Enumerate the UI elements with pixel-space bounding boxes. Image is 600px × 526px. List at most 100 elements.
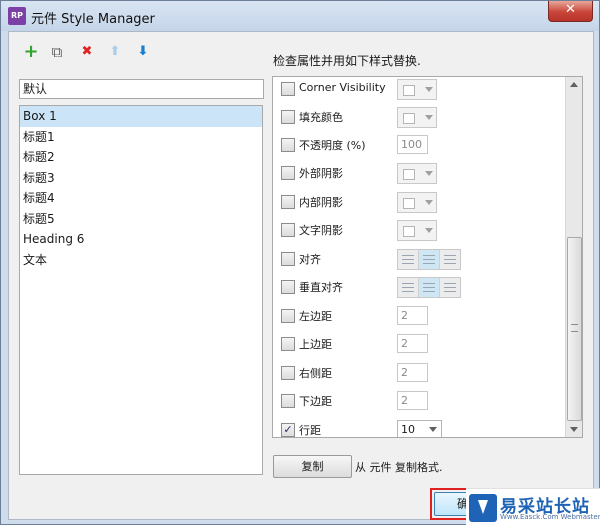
style-list-item[interactable]: 标题2	[20, 147, 262, 168]
property-row: 内部阴影	[281, 192, 571, 213]
chevron-down-icon	[425, 228, 433, 233]
close-window-button[interactable]: ✕	[548, 1, 593, 22]
axure-rp-app-icon: RP	[8, 7, 26, 25]
chevron-down-icon	[429, 427, 437, 432]
property-number-field[interactable]: 2	[397, 334, 428, 353]
swatch-icon	[403, 226, 415, 237]
property-label: 文字阴影	[299, 224, 343, 237]
style-list-item[interactable]: 标题3	[20, 168, 262, 189]
window-title: 元件 Style Manager	[31, 12, 155, 27]
style-list-item[interactable]: 标题5	[20, 209, 262, 230]
property-checkbox[interactable]	[281, 309, 295, 323]
alignment-button-group	[397, 249, 461, 270]
property-checkbox[interactable]	[281, 252, 295, 266]
title-bar[interactable]: RP 元件 Style Manager ✕	[1, 1, 599, 31]
property-label: 下边距	[299, 395, 332, 408]
property-checkbox[interactable]	[281, 366, 295, 380]
chevron-down-icon	[425, 87, 433, 92]
style-name-input[interactable]: 默认	[19, 79, 264, 99]
style-list-item[interactable]: 文本	[20, 250, 262, 271]
property-number-field[interactable]: 100	[397, 135, 428, 154]
swatch-icon	[403, 169, 415, 180]
properties-scrollbar[interactable]	[565, 77, 582, 437]
chevron-down-icon	[425, 115, 433, 120]
property-swatch-dropdown[interactable]	[397, 192, 437, 213]
watermark: 易采站长站 Www.Easck.Com Webmaster	[466, 488, 600, 526]
copy-button[interactable]: 复制	[273, 455, 352, 478]
property-label: 左边距	[299, 310, 332, 323]
line-spacing-dropdown[interactable]: 10	[397, 420, 442, 437]
alignment-button-group	[397, 277, 461, 298]
align-right-icon[interactable]	[440, 250, 460, 269]
align-left-icon[interactable]	[398, 250, 419, 269]
property-checkbox[interactable]	[281, 82, 295, 96]
scroll-thumb[interactable]	[567, 237, 582, 421]
style-list-item[interactable]: Box 1	[20, 106, 262, 127]
property-checkbox[interactable]	[281, 138, 295, 152]
property-row: ✓ 行距 10	[281, 420, 571, 437]
watermark-subtext: Www.Easck.Com Webmaster	[500, 513, 600, 521]
align-center-icon[interactable]	[419, 278, 440, 297]
property-label: 行距	[299, 424, 321, 437]
align-left-icon[interactable]	[398, 278, 419, 297]
property-checkbox[interactable]	[281, 394, 295, 408]
style-list-item[interactable]: 标题4	[20, 188, 262, 209]
swatch-icon	[403, 113, 415, 124]
property-row: 上边距 2	[281, 334, 571, 354]
move-down-icon[interactable]: ⬇	[135, 44, 151, 60]
add-style-icon[interactable]: +	[23, 43, 39, 61]
scroll-grip-icon	[571, 324, 578, 332]
property-checkbox[interactable]	[281, 337, 295, 351]
property-row: 左边距 2	[281, 306, 571, 326]
property-row: Corner Visibility	[281, 79, 571, 100]
style-list-item[interactable]: 标题1	[20, 127, 262, 148]
property-label: Corner Visibility	[299, 81, 386, 94]
property-label: 右侧距	[299, 367, 332, 380]
property-row: 右侧距 2	[281, 363, 571, 383]
property-swatch-dropdown[interactable]	[397, 79, 437, 100]
property-label: 填充颜色	[299, 111, 343, 124]
property-swatch-dropdown[interactable]	[397, 107, 437, 128]
property-checkbox[interactable]	[281, 195, 295, 209]
property-number-field[interactable]: 2	[397, 363, 428, 382]
style-manager-window: RP 元件 Style Manager ✕ + ⧉ ✖ ⬆ ⬇ 默认 Box 1…	[0, 0, 600, 525]
style-list: Box 1 标题1 标题2 标题3 标题4 标题5 Heading 6 文本	[19, 105, 263, 475]
properties-title: 检查属性并用如下样式替换.	[273, 54, 421, 68]
property-label: 外部阴影	[299, 167, 343, 180]
property-checkbox[interactable]: ✓	[281, 423, 295, 437]
align-center-icon[interactable]	[419, 250, 440, 269]
property-label: 上边距	[299, 338, 332, 351]
copy-description: 从 元件 复制格式.	[355, 461, 443, 474]
properties-panel: Corner Visibility 填充颜色不透明度 (%) 100 外部阴影内部阴影…	[272, 76, 583, 438]
duplicate-style-icon[interactable]: ⧉	[49, 44, 65, 60]
property-label: 垂直对齐	[299, 281, 343, 294]
scroll-up-button[interactable]	[566, 77, 582, 93]
property-checkbox[interactable]	[281, 223, 295, 237]
move-up-icon[interactable]: ⬆	[107, 44, 123, 60]
property-row: 下边距 2	[281, 391, 571, 411]
close-icon: ✕	[565, 2, 576, 17]
property-label: 内部阴影	[299, 196, 343, 209]
property-row: 垂直对齐	[281, 277, 571, 298]
property-checkbox[interactable]	[281, 280, 295, 294]
property-number-field[interactable]: 2	[397, 391, 428, 410]
property-label: 不透明度 (%)	[299, 139, 366, 152]
line-spacing-value: 10	[401, 423, 415, 436]
property-row: 对齐	[281, 249, 571, 270]
style-list-item[interactable]: Heading 6	[20, 229, 262, 250]
property-checkbox[interactable]	[281, 166, 295, 180]
property-row: 填充颜色	[281, 107, 571, 128]
property-row: 文字阴影	[281, 220, 571, 241]
property-checkbox[interactable]	[281, 110, 295, 124]
chevron-down-icon	[425, 171, 433, 176]
property-number-field[interactable]: 2	[397, 306, 428, 325]
align-right-icon[interactable]	[440, 278, 460, 297]
delete-style-icon[interactable]: ✖	[79, 44, 95, 60]
watermark-logo-icon	[469, 494, 497, 522]
property-row: 外部阴影	[281, 163, 571, 184]
scroll-down-button[interactable]	[566, 421, 582, 437]
property-swatch-dropdown[interactable]	[397, 220, 437, 241]
dialog-body: + ⧉ ✖ ⬆ ⬇ 默认 Box 1 标题1 标题2 标题3 标题4 标题5 Heading…	[8, 31, 594, 520]
property-label: 对齐	[299, 253, 321, 266]
property-swatch-dropdown[interactable]	[397, 163, 437, 184]
